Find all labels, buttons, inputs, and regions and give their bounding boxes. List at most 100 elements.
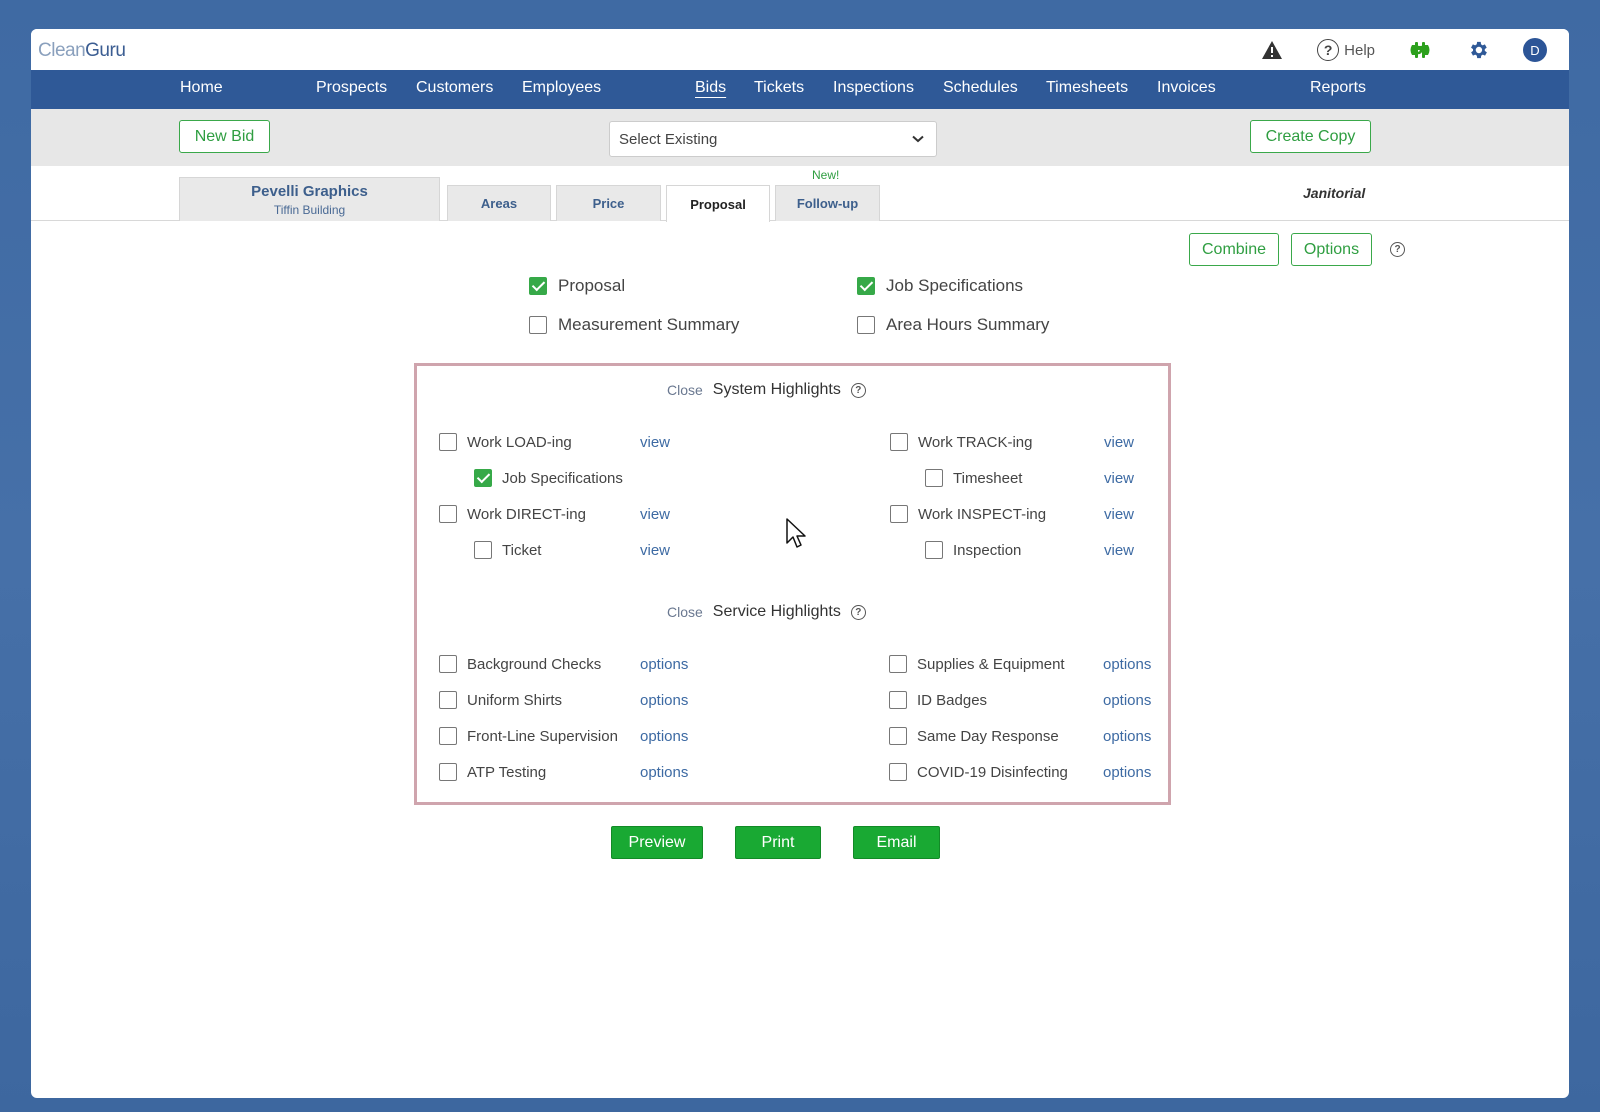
uniform-shirts-row[interactable]: Uniform Shirts [439, 691, 562, 709]
timesheet-checkbox[interactable] [925, 469, 943, 487]
email-button[interactable]: Email [853, 826, 940, 859]
mouse-cursor-icon [786, 518, 808, 555]
uniform-shirts-checkbox[interactable] [439, 691, 457, 709]
help-icon[interactable]: ? [850, 604, 866, 620]
highlights-panel: Close System Highlights ? Work LOAD-ing … [414, 363, 1171, 805]
options-button[interactable]: Options [1291, 233, 1372, 266]
same-day-response-checkbox[interactable] [889, 727, 907, 745]
create-copy-button[interactable]: Create Copy [1250, 120, 1371, 153]
nav-bids[interactable]: Bids [695, 79, 726, 97]
front-line-supervision-checkbox[interactable] [439, 727, 457, 745]
work-tracking-checkbox[interactable] [890, 433, 908, 451]
help-icon[interactable]: ? [1390, 242, 1405, 257]
inspection-view-link[interactable]: view [1104, 542, 1134, 559]
ticket-row[interactable]: Ticket [474, 541, 541, 559]
id-badges-options-link[interactable]: options [1103, 692, 1151, 709]
system-highlights-close[interactable]: Close [667, 382, 703, 398]
nav-schedules[interactable]: Schedules [943, 79, 1018, 97]
work-loading-row[interactable]: Work LOAD-ing [439, 433, 572, 451]
gear-icon[interactable] [1467, 37, 1489, 63]
top-icons: ? Help D [1261, 37, 1547, 63]
area-hours-summary-option[interactable]: Area Hours Summary [857, 315, 1049, 335]
nav-customers[interactable]: Customers [416, 79, 493, 97]
supplies-equipment-row[interactable]: Supplies & Equipment [889, 655, 1065, 673]
nav-reports[interactable]: Reports [1310, 79, 1366, 97]
background-checks-options-link[interactable]: options [640, 656, 688, 673]
id-badges-row[interactable]: ID Badges [889, 691, 987, 709]
user-avatar[interactable]: D [1523, 37, 1547, 63]
print-button[interactable]: Print [735, 826, 821, 859]
system-job-specifications-checkbox[interactable] [474, 469, 492, 487]
background-checks-row[interactable]: Background Checks [439, 655, 601, 673]
work-directing-checkbox[interactable] [439, 505, 457, 523]
nav-home[interactable]: Home [180, 79, 223, 97]
same-day-response-row[interactable]: Same Day Response [889, 727, 1059, 745]
proposal-checkbox[interactable] [529, 277, 547, 295]
inspection-row[interactable]: Inspection [925, 541, 1021, 559]
warning-icon[interactable] [1261, 37, 1283, 63]
nav-employees[interactable]: Employees [522, 79, 601, 97]
work-directing-view-link[interactable]: view [640, 506, 670, 523]
service-highlights-header: Close Service Highlights ? [667, 603, 866, 621]
system-highlights-header: Close System Highlights ? [667, 381, 866, 399]
work-inspecting-checkbox[interactable] [890, 505, 908, 523]
work-inspecting-view-link[interactable]: view [1104, 506, 1134, 523]
job-specifications-checkbox[interactable] [857, 277, 875, 295]
tab-areas[interactable]: Areas [447, 185, 551, 221]
front-line-supervision-options-link[interactable]: options [640, 728, 688, 745]
nav-tickets[interactable]: Tickets [754, 79, 804, 97]
job-specifications-option[interactable]: Job Specifications [857, 276, 1023, 296]
measurement-summary-option[interactable]: Measurement Summary [529, 315, 739, 335]
service-highlights-close[interactable]: Close [667, 604, 703, 620]
proposal-option[interactable]: Proposal [529, 276, 625, 296]
tab-follow-up[interactable]: Follow-up [775, 185, 880, 221]
system-job-specifications-row[interactable]: Job Specifications [474, 469, 623, 487]
nav-inspections[interactable]: Inspections [833, 79, 914, 97]
proposal-content: Combine Options ? Proposal Job Specifica… [31, 221, 1569, 1097]
supplies-equipment-checkbox[interactable] [889, 655, 907, 673]
supplies-equipment-options-link[interactable]: options [1103, 656, 1151, 673]
measurement-summary-checkbox[interactable] [529, 316, 547, 334]
help-icon[interactable]: ? [850, 382, 866, 398]
area-hours-summary-checkbox[interactable] [857, 316, 875, 334]
timesheet-view-link[interactable]: view [1104, 470, 1134, 487]
nav-invoices[interactable]: Invoices [1157, 79, 1216, 97]
atp-testing-row[interactable]: ATP Testing [439, 763, 546, 781]
work-loading-checkbox[interactable] [439, 433, 457, 451]
app-logo[interactable]: CleanGuru [38, 40, 126, 62]
new-bid-button[interactable]: New Bid [179, 120, 270, 153]
covid-disinfecting-options-link[interactable]: options [1103, 764, 1151, 781]
covid-disinfecting-checkbox[interactable] [889, 763, 907, 781]
tab-price[interactable]: Price [556, 185, 661, 221]
combine-button[interactable]: Combine [1189, 233, 1279, 266]
background-checks-checkbox[interactable] [439, 655, 457, 673]
preview-button[interactable]: Preview [611, 826, 703, 859]
tab-proposal[interactable]: Proposal [666, 185, 770, 222]
bid-tabs-row: Pevelli Graphics Tiffin Building Areas P… [31, 166, 1569, 222]
quickbooks-icon[interactable] [1407, 37, 1433, 63]
nav-timesheets[interactable]: Timesheets [1046, 79, 1128, 97]
id-badges-checkbox[interactable] [889, 691, 907, 709]
top-bar: CleanGuru ? Help D [31, 29, 1569, 70]
atp-testing-checkbox[interactable] [439, 763, 457, 781]
help-button[interactable]: ? Help [1317, 37, 1375, 63]
main-nav: Home Prospects Customers Employees Bids … [31, 70, 1569, 109]
nav-prospects[interactable]: Prospects [316, 79, 387, 97]
work-inspecting-row[interactable]: Work INSPECT-ing [890, 505, 1046, 523]
ticket-checkbox[interactable] [474, 541, 492, 559]
front-line-supervision-row[interactable]: Front-Line Supervision [439, 727, 618, 745]
client-tab[interactable]: Pevelli Graphics Tiffin Building [179, 177, 440, 221]
work-tracking-view-link[interactable]: view [1104, 434, 1134, 451]
covid-disinfecting-row[interactable]: COVID-19 Disinfecting [889, 763, 1068, 781]
uniform-shirts-options-link[interactable]: options [640, 692, 688, 709]
work-tracking-row[interactable]: Work TRACK-ing [890, 433, 1032, 451]
same-day-response-options-link[interactable]: options [1103, 728, 1151, 745]
atp-testing-options-link[interactable]: options [640, 764, 688, 781]
select-existing-dropdown[interactable]: Select Existing [609, 121, 937, 157]
chevron-down-icon [912, 135, 924, 143]
work-directing-row[interactable]: Work DIRECT-ing [439, 505, 586, 523]
ticket-view-link[interactable]: view [640, 542, 670, 559]
inspection-checkbox[interactable] [925, 541, 943, 559]
work-loading-view-link[interactable]: view [640, 434, 670, 451]
timesheet-row[interactable]: Timesheet [925, 469, 1022, 487]
